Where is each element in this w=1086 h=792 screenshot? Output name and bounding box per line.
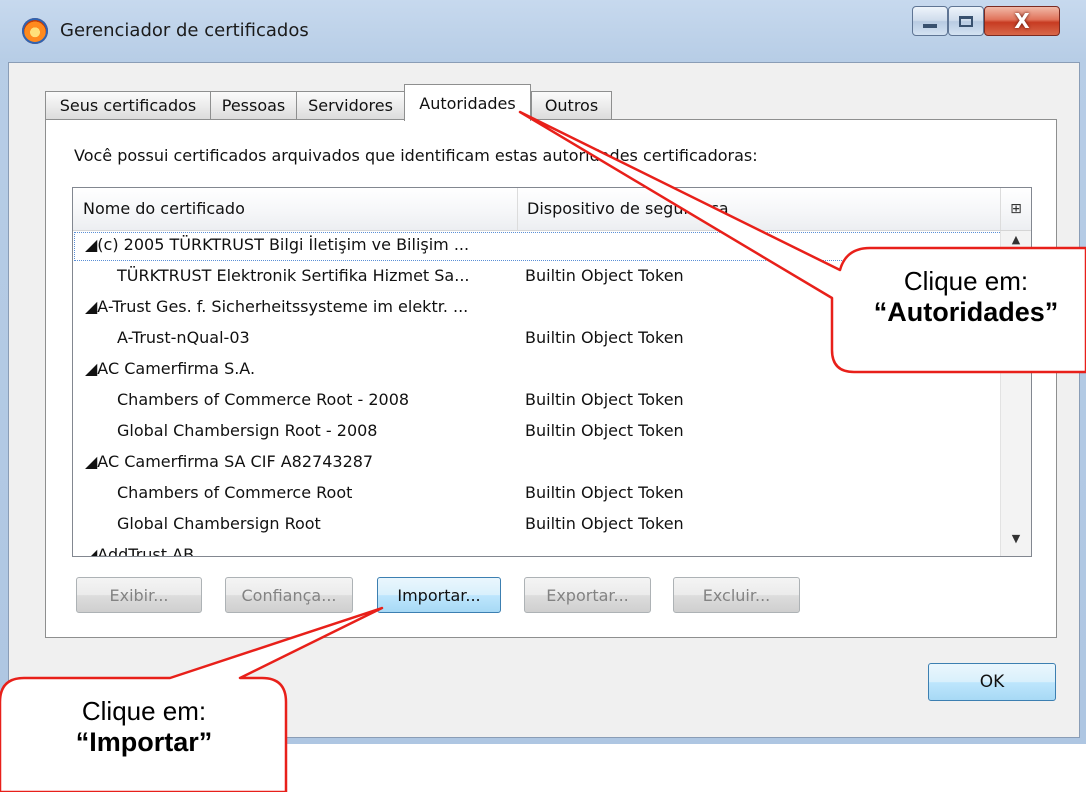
maximize-icon: [959, 15, 973, 27]
column-certificate-name[interactable]: Nome do certificado: [83, 199, 245, 218]
authorities-callout-line1: Clique em:: [903, 266, 1029, 296]
tree-row-device: Builtin Object Token: [525, 266, 684, 285]
tree-row-name: ◢AC Camerfirma S.A.: [85, 359, 256, 378]
tree-row-device: Builtin Object Token: [525, 390, 684, 409]
tree-row-certificate[interactable]: Global Chambersign Root Builtin Object T…: [73, 510, 1003, 541]
tree-row-device: Builtin Object Token: [525, 421, 684, 440]
tree-row-group[interactable]: ◢AC Camerfirma SA CIF A82743287: [73, 448, 1003, 479]
tree-row-device: Builtin Object Token: [525, 483, 684, 502]
tree-row-device: Builtin Object Token: [525, 514, 684, 533]
import-callout-line1: Clique em:: [81, 696, 207, 726]
view-button[interactable]: Exibir...: [76, 577, 202, 613]
tree-row-name: ◢(c) 2005 TÜRKTRUST Bilgi İletişim ve Bi…: [85, 235, 470, 254]
firefox-icon: [22, 18, 48, 44]
title-bar[interactable]: Gerenciador de certificados X: [0, 0, 1086, 62]
tree-row-certificate[interactable]: Chambers of Commerce Root - 2008 Builtin…: [73, 386, 1003, 417]
tab-people[interactable]: Pessoas: [210, 91, 297, 119]
import-callout-text: Clique em: “Importar”: [10, 696, 278, 758]
maximize-button[interactable]: [948, 6, 984, 36]
tree-row-name: ◢A-Trust Ges. f. Sicherheitssysteme im e…: [85, 297, 469, 316]
ok-button[interactable]: OK: [928, 663, 1056, 701]
tree-row-name: Chambers of Commerce Root: [117, 483, 353, 502]
tree-row-name: TÜRKTRUST Elektronik Sertifika Hizmet Sa…: [117, 266, 470, 285]
delete-button[interactable]: Excluir...: [673, 577, 800, 613]
minimize-button[interactable]: [912, 6, 948, 36]
tree-row-name: Chambers of Commerce Root - 2008: [117, 390, 410, 409]
tree-row-certificate[interactable]: Chambers of Commerce Root Builtin Object…: [73, 479, 1003, 510]
authorities-callout-text: Clique em: “Autoridades”: [858, 266, 1074, 328]
column-security-device[interactable]: Dispositivo de segurança: [527, 199, 729, 218]
tree-row-group[interactable]: ◢(c) 2005 TÜRKTRUST Bilgi İletişim ve Bi…: [73, 231, 1003, 262]
scroll-down-icon[interactable]: ▼: [1001, 532, 1031, 554]
tab-servers[interactable]: Servidores: [296, 91, 405, 119]
tree-row-certificate[interactable]: Global Chambersign Root - 2008 Builtin O…: [73, 417, 1003, 448]
tree-row-name: ◢AC Camerfirma SA CIF A82743287: [85, 452, 374, 471]
tree-header: Nome do certificado Dispositivo de segur…: [73, 188, 1031, 231]
import-button[interactable]: Importar...: [377, 577, 501, 613]
close-icon: X: [1014, 9, 1030, 33]
certificate-tree[interactable]: Nome do certificado Dispositivo de segur…: [72, 187, 1032, 557]
close-button[interactable]: X: [984, 6, 1060, 36]
trust-button[interactable]: Confiança...: [225, 577, 353, 613]
tab-authorities[interactable]: Autoridades: [404, 84, 531, 121]
panel-description: Você possui certificados arquivados que …: [74, 146, 758, 165]
tree-row-name: Global Chambersign Root: [117, 514, 321, 533]
tab-your-certificates[interactable]: Seus certificados: [45, 91, 211, 119]
export-button[interactable]: Exportar...: [524, 577, 651, 613]
window-title: Gerenciador de certificados: [60, 20, 309, 41]
scroll-up-icon[interactable]: ▲: [1001, 233, 1031, 255]
minimize-icon: [923, 24, 937, 28]
tree-row-group[interactable]: ◢AC Camerfirma S.A.: [73, 355, 1003, 386]
tree-row-group[interactable]: ◢AddTrust AB: [73, 541, 1003, 557]
tree-row-name: ◢AddTrust AB: [85, 545, 195, 557]
tab-others[interactable]: Outros: [531, 91, 612, 119]
column-picker-icon[interactable]: ⊞: [1000, 188, 1031, 230]
column-separator[interactable]: [517, 188, 518, 230]
tree-row-device: Builtin Object Token: [525, 328, 684, 347]
import-callout-line2: “Importar”: [75, 727, 213, 757]
tree-row-name: A-Trust-nQual-03: [117, 328, 250, 347]
authorities-callout-line2: “Autoridades”: [873, 297, 1059, 327]
tree-row-name: Global Chambersign Root - 2008: [117, 421, 378, 440]
tree-row-certificate[interactable]: A-Trust-nQual-03 Builtin Object Token: [73, 324, 1003, 355]
